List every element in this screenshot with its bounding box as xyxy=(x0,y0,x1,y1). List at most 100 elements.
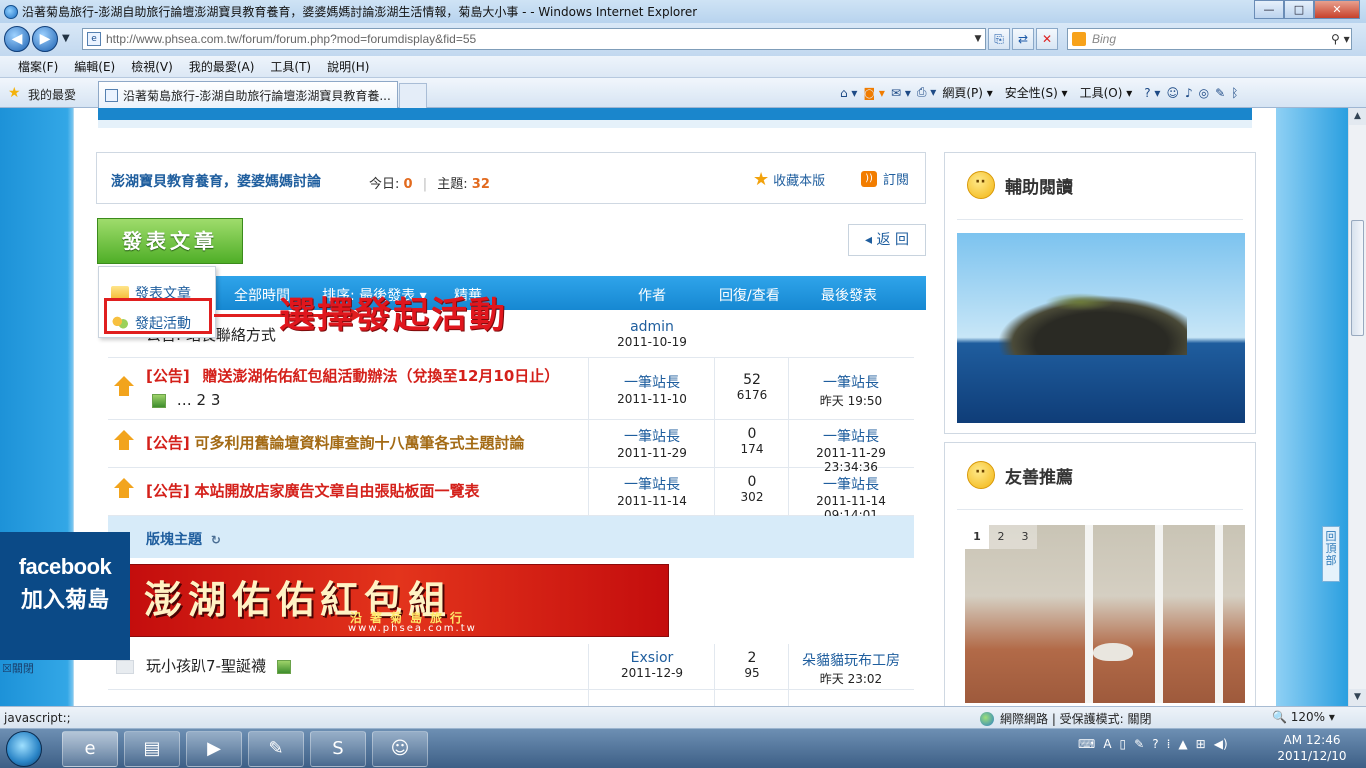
favorite-forum-button[interactable]: ★ 收藏本版 xyxy=(753,169,825,190)
pager-item[interactable]: 3 xyxy=(1013,525,1037,549)
tray-expand-icon[interactable]: ▲ xyxy=(1178,737,1187,751)
sidebar-reading: 輔助閱讀 xyxy=(944,152,1256,434)
menu-favorites[interactable]: 我的最愛(A) xyxy=(189,58,255,75)
menu-help[interactable]: 說明(H) xyxy=(327,58,369,75)
taskbar-media-player-icon[interactable]: ▶ xyxy=(186,731,242,767)
tab-current[interactable]: 沿著菊島旅行-澎湖自助旅行論壇澎湖寶貝教育養... xyxy=(98,81,398,108)
address-field[interactable]: e http://www.phsea.com.tw/forum/forum.ph… xyxy=(82,28,986,50)
start-button[interactable] xyxy=(6,731,42,767)
last-post-time[interactable]: 昨天 19:50 xyxy=(788,392,914,409)
back-button[interactable]: ◂ 返 回 xyxy=(848,224,926,256)
thread-title[interactable]: 玩小孩趴7-聖誕襪 xyxy=(146,657,266,675)
music-icon[interactable]: ♪ xyxy=(1185,86,1193,100)
menu-file[interactable]: 檔案(F) xyxy=(18,58,58,75)
ime-mode-icon[interactable]: A xyxy=(1103,737,1111,751)
island-photo[interactable] xyxy=(957,233,1245,423)
recommend-photo[interactable] xyxy=(965,525,1245,703)
help-icon[interactable]: ? xyxy=(1152,737,1158,751)
feeds-icon[interactable]: ◙ ▾ xyxy=(863,86,884,100)
address-dropdown-icon[interactable]: ▼ xyxy=(971,34,985,44)
ime-icon[interactable]: ⌨ xyxy=(1078,737,1095,751)
compatibility-view-icon[interactable]: ⎘ xyxy=(988,28,1010,50)
thread-tag[interactable]: [公告] xyxy=(146,367,190,385)
scroll-down-icon[interactable]: ▼ xyxy=(1349,689,1366,706)
search-field[interactable]: Bing ⚲ ▾ xyxy=(1067,28,1352,50)
thread-author[interactable]: Exsior xyxy=(590,650,714,666)
taskbar-skype-icon[interactable]: S xyxy=(310,731,366,767)
thread-author[interactable]: 一筆站長 xyxy=(590,372,714,392)
translate-icon[interactable]: ✎ xyxy=(1215,86,1225,100)
ime-pad-icon[interactable]: ✎ xyxy=(1134,737,1144,751)
reply-count: 52 xyxy=(743,372,761,388)
mail-icon[interactable]: ✉ ▾ xyxy=(891,86,911,100)
minimize-button[interactable]: — xyxy=(1254,0,1284,19)
thread-pages[interactable]: … 2 3 xyxy=(177,391,221,409)
thread-author[interactable]: 一筆站長 xyxy=(590,474,714,494)
favorites-star-icon[interactable]: ★ xyxy=(8,85,21,101)
research-icon[interactable]: ☺ xyxy=(1166,86,1179,100)
thread-title[interactable]: 可多利用舊論壇資料庫查詢十八萬筆各式主題討論 xyxy=(195,434,525,452)
new-post-button[interactable]: 發表文章 xyxy=(97,218,243,264)
page-menu[interactable]: 網頁(P) ▾ xyxy=(942,84,992,101)
thread-tag[interactable]: [公告] xyxy=(146,482,190,500)
print-icon[interactable]: ⎙ ▾ xyxy=(917,85,936,100)
refresh-icon[interactable]: ↻ xyxy=(211,533,221,547)
volume-icon[interactable]: ◀) xyxy=(1214,737,1228,751)
network-icon[interactable]: ⊞ xyxy=(1196,737,1206,751)
refresh-icon[interactable]: ⇄ xyxy=(1012,28,1034,50)
last-poster[interactable]: 一筆站長 xyxy=(788,372,914,392)
favorites-button[interactable]: 我的最愛 xyxy=(28,86,76,103)
thread-author[interactable]: admin xyxy=(590,319,714,335)
help-icon[interactable]: ? ▾ xyxy=(1144,86,1160,100)
thread-title[interactable]: 贈送澎湖佑佑紅包組活動辦法（兌換至12月10日止） xyxy=(203,367,560,385)
ime-width-icon[interactable]: ▯ xyxy=(1120,737,1127,751)
bluetooth-icon[interactable]: ᛒ xyxy=(1231,86,1238,100)
last-poster[interactable]: 朵貓貓玩布工房 xyxy=(788,650,914,670)
thread-title[interactable]: 本站開放店家廣告文章自由張貼板面一覽表 xyxy=(195,482,480,500)
scroll-up-icon[interactable]: ▲ xyxy=(1349,108,1366,125)
taskbar-explorer-icon[interactable]: ▤ xyxy=(124,731,180,767)
facebook-widget[interactable]: facebook 加入菊島 xyxy=(0,532,130,660)
thread-author[interactable]: 一筆站長 xyxy=(590,426,714,446)
menu-view[interactable]: 檢視(V) xyxy=(131,58,173,75)
thread-tag[interactable]: [公告] xyxy=(146,434,190,452)
search-placeholder[interactable]: Bing xyxy=(1092,32,1331,46)
subscribe-button[interactable]: )) 訂閱 xyxy=(861,169,909,188)
address-url[interactable]: http://www.phsea.com.tw/forum/forum.php?… xyxy=(106,32,971,46)
pager-item[interactable]: 1 xyxy=(965,525,989,549)
promo-banner[interactable]: 澎湖佑佑紅包組 沿著菊島旅行 www.phsea.com.tw xyxy=(129,564,669,637)
vertical-scrollbar[interactable]: ▲ ▼ xyxy=(1348,108,1366,706)
zoom-level[interactable]: 🔍 120% ▾ xyxy=(1272,710,1335,724)
security-zone[interactable]: 網際網路 | 受保護模式: 關閉 xyxy=(980,710,1152,727)
back-nav-button[interactable]: ◀ xyxy=(4,26,30,52)
forum-stats: 今日: 0 | 主題: 32 xyxy=(369,177,490,192)
scroll-thumb[interactable] xyxy=(1351,220,1364,336)
last-poster[interactable]: 一筆站長 xyxy=(788,474,914,494)
menu-edit[interactable]: 編輯(E) xyxy=(74,58,115,75)
menu-bar: 檔案(F) 編輯(E) 檢視(V) 我的最愛(A) 工具(T) 說明(H) xyxy=(0,56,1366,78)
facebook-close-button[interactable]: ☒關閉 xyxy=(2,660,34,676)
search-icon[interactable]: ⚲ ▾ xyxy=(1331,32,1351,46)
taskbar-ie-icon[interactable]: e xyxy=(62,731,118,767)
forward-nav-button[interactable]: ▶ xyxy=(32,26,58,52)
new-tab-button[interactable] xyxy=(399,83,427,108)
last-poster[interactable]: 一筆站長 xyxy=(788,426,914,446)
messenger-icon[interactable]: ◎ xyxy=(1199,86,1209,100)
tools-menu[interactable]: 工具(O) ▾ xyxy=(1080,84,1133,101)
maximize-button[interactable]: □ xyxy=(1284,0,1314,19)
forum-title[interactable]: 澎湖寶貝教育養育，婆婆媽媽討論 xyxy=(111,171,321,191)
pager-item[interactable]: 2 xyxy=(989,525,1013,549)
stop-icon[interactable]: ✕ xyxy=(1036,28,1058,50)
taskbar-paint-icon[interactable]: ✎ xyxy=(248,731,304,767)
close-button[interactable]: ✕ xyxy=(1314,0,1360,19)
taskbar-messenger-icon[interactable]: ☺ xyxy=(372,731,428,767)
history-dropdown-icon[interactable]: ▼ xyxy=(62,33,70,44)
last-post-time[interactable]: 昨天 23:02 xyxy=(788,670,914,687)
table-row: 公告: 站長聯絡方式 admin 2011-10-19 xyxy=(108,312,914,358)
home-icon[interactable]: ⌂ ▾ xyxy=(840,86,857,100)
back-to-top-button[interactable]: 回頂部 xyxy=(1322,526,1340,582)
ime-options-icon[interactable]: ⁞ xyxy=(1167,737,1171,751)
safety-menu[interactable]: 安全性(S) ▾ xyxy=(1005,84,1068,101)
menu-tools[interactable]: 工具(T) xyxy=(270,58,311,75)
taskbar-clock[interactable]: AM 12:46 2011/12/10 xyxy=(1272,732,1352,764)
